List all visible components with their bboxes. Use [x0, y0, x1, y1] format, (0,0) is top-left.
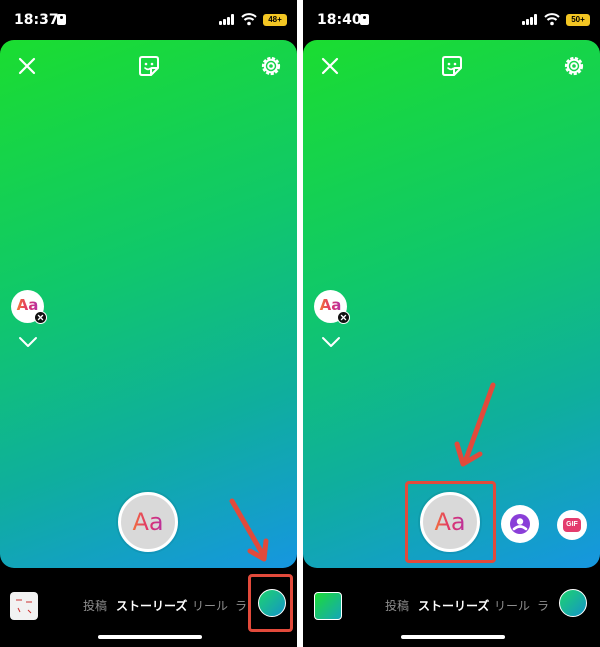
mode-stories[interactable]: ストーリーズ — [418, 597, 489, 614]
create-text-label: Aa — [121, 508, 175, 536]
cellular-signal-icon — [219, 14, 235, 25]
home-indicator — [401, 635, 505, 639]
gif-button[interactable]: GIF — [557, 510, 587, 540]
story-canvas[interactable]: Aa Aa — [0, 40, 297, 568]
sticker-icon[interactable] — [439, 53, 465, 79]
mode-live[interactable]: ラ — [537, 597, 549, 614]
home-indicator — [98, 635, 202, 639]
red-arrow-annotation — [454, 382, 496, 467]
wifi-icon — [544, 13, 560, 26]
mode-post[interactable]: 投稿 — [385, 597, 409, 614]
phone-screen-left: 18:37 48+ Aa Aa 投稿 ストーリーズ リール ラ — [0, 0, 297, 647]
remove-close-icon[interactable] — [34, 311, 47, 324]
status-bar: 18:37 48+ — [0, 0, 297, 40]
background-color-button[interactable] — [559, 589, 587, 617]
cellular-signal-icon — [522, 14, 538, 25]
person-icon — [510, 514, 530, 534]
highlight-box — [405, 481, 496, 563]
chevron-down-icon[interactable] — [321, 336, 341, 348]
gif-icon: GIF — [563, 518, 581, 532]
mode-live[interactable]: ラ — [235, 597, 247, 614]
status-bar: 18:40 50+ — [303, 0, 600, 40]
status-time: 18:40 — [317, 12, 362, 28]
focus-person-icon — [360, 14, 369, 25]
battery-badge: 50+ — [566, 14, 590, 26]
mention-button[interactable] — [501, 505, 539, 543]
gear-icon[interactable] — [561, 53, 587, 79]
create-text-button[interactable]: Aa — [118, 492, 178, 552]
bottom-mode-bar: 投稿 ストーリーズ リール ラ — [303, 568, 600, 647]
sticker-icon[interactable] — [136, 53, 162, 79]
highlight-box — [248, 574, 293, 632]
red-arrow-annotation — [229, 498, 269, 562]
wifi-icon — [241, 13, 257, 26]
focus-person-icon — [57, 14, 66, 25]
mode-post[interactable]: 投稿 — [83, 597, 107, 614]
mode-reels[interactable]: リール — [494, 597, 530, 614]
mode-reels[interactable]: リール — [192, 597, 228, 614]
close-icon[interactable] — [14, 53, 40, 79]
battery-badge: 48+ — [263, 14, 287, 26]
gallery-preview-icon — [16, 599, 32, 614]
remove-close-icon[interactable] — [337, 311, 350, 324]
gear-icon[interactable] — [258, 53, 284, 79]
chevron-down-icon[interactable] — [18, 336, 38, 348]
phone-screen-right: 18:40 50+ Aa Aa GIF 投稿 ストーリーズ リール ラ — [303, 0, 600, 647]
mode-stories[interactable]: ストーリーズ — [116, 597, 187, 614]
status-time: 18:37 — [14, 12, 59, 28]
gallery-thumbnail[interactable] — [10, 592, 38, 620]
close-icon[interactable] — [317, 53, 343, 79]
gallery-thumbnail[interactable] — [314, 592, 342, 620]
